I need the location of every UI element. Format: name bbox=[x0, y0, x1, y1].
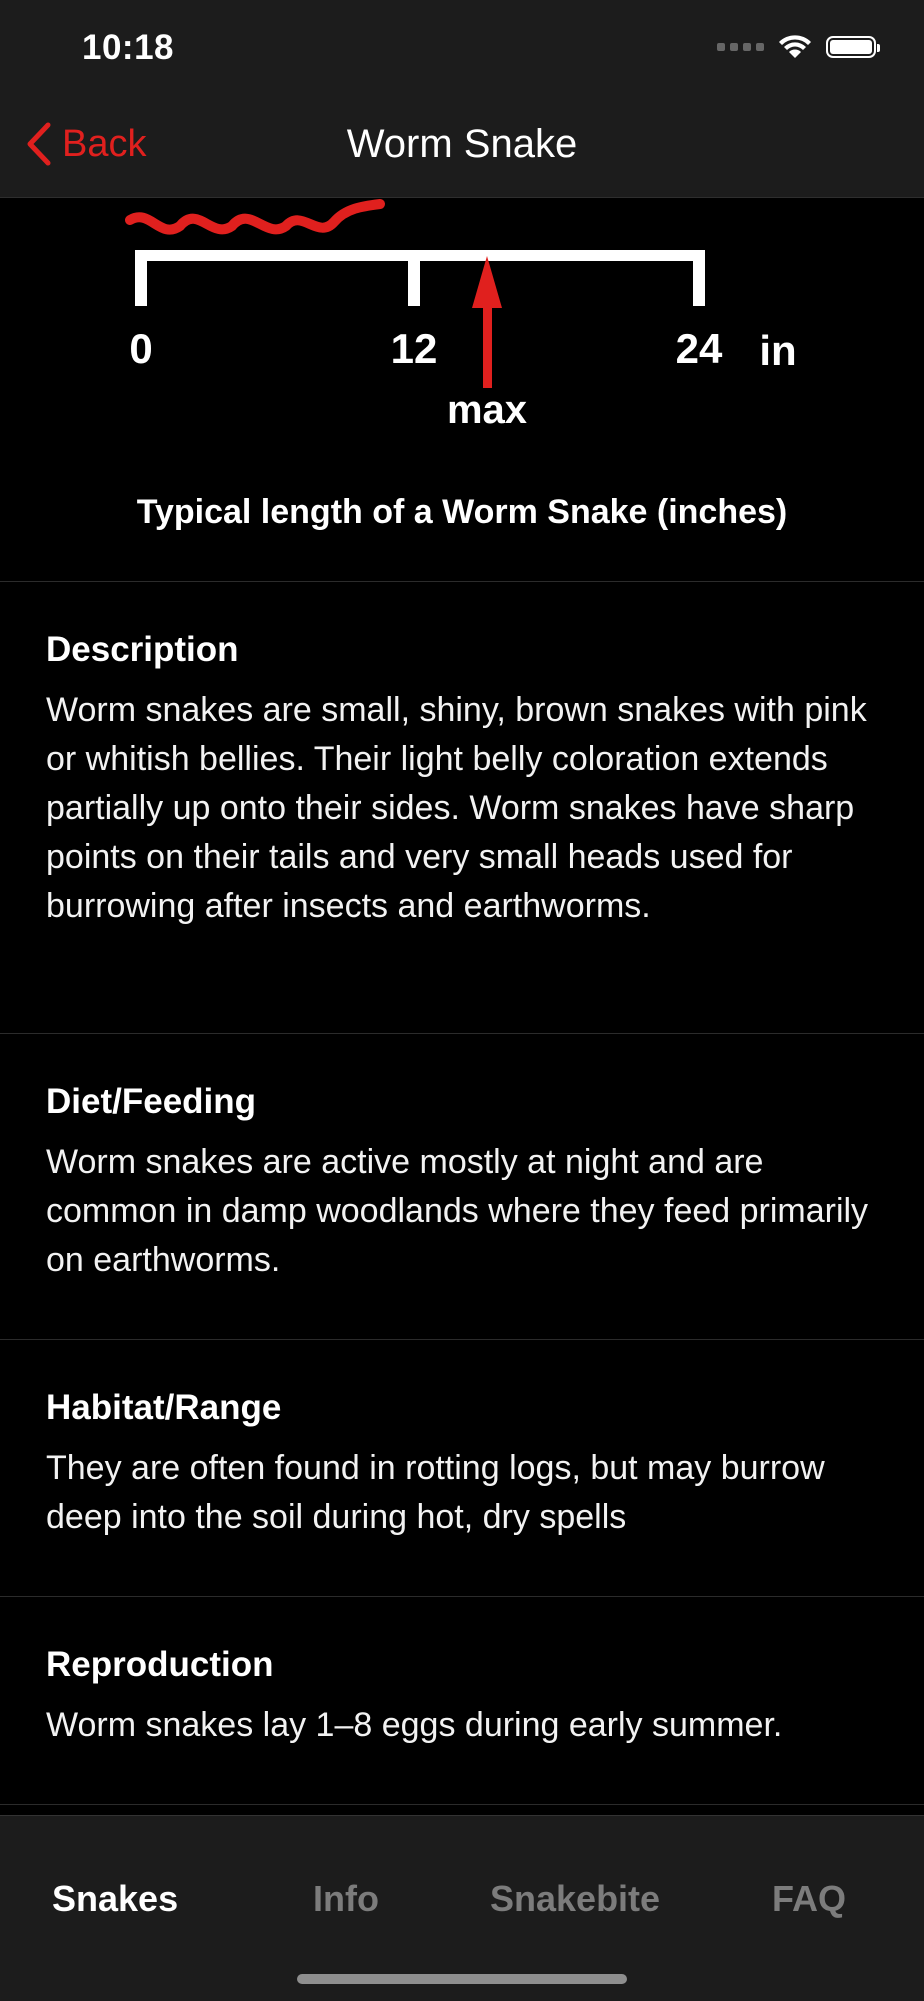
length-scale-ruler bbox=[135, 250, 705, 306]
home-indicator bbox=[297, 1974, 627, 1984]
section-habitat-range: Habitat/Range They are often found in ro… bbox=[46, 1386, 886, 1542]
section-title: Habitat/Range bbox=[46, 1388, 282, 1427]
length-scale-figure: 0 12 24 in max bbox=[125, 199, 797, 432]
section-body: Worm snakes are active mostly at night a… bbox=[46, 1143, 869, 1279]
max-marker-arrow bbox=[472, 256, 502, 388]
tab-info[interactable]: Info bbox=[313, 1878, 379, 1920]
section-title: Description bbox=[46, 630, 239, 669]
section-diet-feeding: Diet/Feeding Worm snakes are active most… bbox=[46, 1080, 886, 1285]
section-body: Worm snakes are small, shiny, brown snak… bbox=[46, 691, 867, 925]
max-label: max bbox=[447, 388, 527, 432]
status-time: 10:18 bbox=[82, 28, 175, 67]
status-bar: 10:18 bbox=[0, 0, 924, 100]
section-body: They are often found in rotting logs, bu… bbox=[46, 1449, 825, 1536]
divider bbox=[0, 1804, 924, 1805]
tick-label-12: 12 bbox=[391, 325, 438, 372]
tab-faq[interactable]: FAQ bbox=[772, 1878, 846, 1920]
section-reproduction: Reproduction Worm snakes lay 1–8 eggs du… bbox=[46, 1643, 886, 1750]
wifi-icon bbox=[779, 35, 811, 58]
divider bbox=[0, 581, 924, 582]
tab-bar: Snakes Info Snakebite FAQ bbox=[0, 1815, 924, 2001]
section-title: Diet/Feeding bbox=[46, 1082, 257, 1121]
section-title: Reproduction bbox=[46, 1645, 274, 1684]
page-title: Worm Snake bbox=[346, 122, 578, 166]
section-body: Worm snakes lay 1–8 eggs during early su… bbox=[46, 1706, 783, 1744]
cellular-signal-icon bbox=[717, 43, 764, 51]
unit-label: in bbox=[759, 327, 796, 374]
section-description: Description Worm snakes are small, shiny… bbox=[46, 628, 886, 931]
tab-snakes[interactable]: Snakes bbox=[52, 1878, 178, 1920]
content-scroll-area[interactable]: 0 12 24 in max Typical length of a Worm … bbox=[0, 198, 924, 1815]
divider bbox=[0, 1596, 924, 1597]
snake-icon bbox=[125, 199, 385, 235]
divider bbox=[0, 1033, 924, 1034]
tick-label-24: 24 bbox=[676, 325, 723, 372]
tick-label-0: 0 bbox=[129, 325, 152, 372]
divider bbox=[0, 1339, 924, 1340]
tab-snakebite[interactable]: Snakebite bbox=[490, 1878, 660, 1920]
navigation-bar: Back Worm Snake bbox=[0, 100, 924, 198]
figure-caption: Typical length of a Worm Snake (inches) bbox=[136, 493, 788, 531]
battery-icon bbox=[826, 36, 880, 58]
status-icons bbox=[717, 34, 880, 60]
